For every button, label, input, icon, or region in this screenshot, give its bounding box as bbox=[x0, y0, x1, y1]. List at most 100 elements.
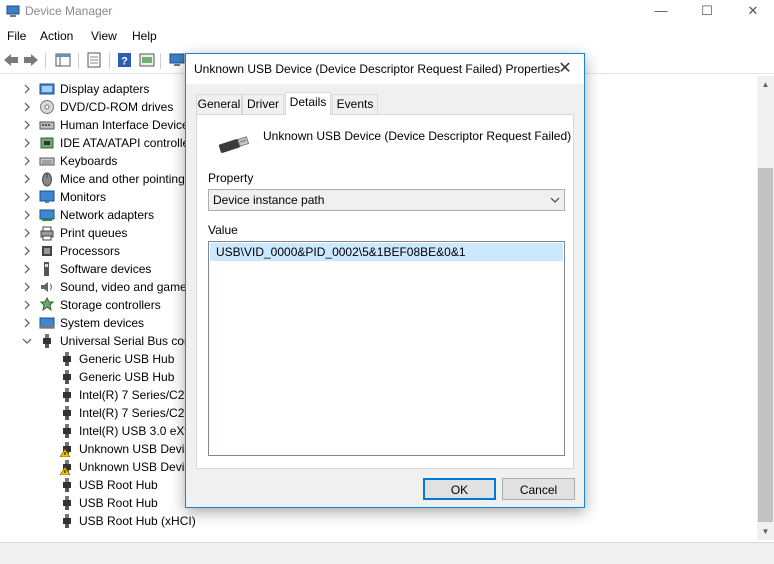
toolbar-separator bbox=[45, 53, 46, 69]
show-hide-tree-icon[interactable] bbox=[54, 52, 72, 68]
display-adapter-icon bbox=[39, 81, 55, 97]
tree-item-label: Mice and other pointing bbox=[60, 172, 185, 186]
storage-controller-icon bbox=[39, 296, 55, 313]
properties-dialog: Unknown USB Device (Device Descriptor Re… bbox=[185, 53, 585, 508]
tree-item-label: Keyboards bbox=[60, 154, 118, 168]
tree-item-label: Unknown USB Devic bbox=[79, 460, 191, 474]
usb-icon bbox=[59, 369, 75, 385]
toolbar-separator bbox=[109, 53, 110, 69]
property-dropdown[interactable]: Device instance path bbox=[208, 189, 565, 211]
ide-controller-icon bbox=[39, 135, 55, 151]
back-arrow-icon[interactable] bbox=[2, 52, 20, 68]
tree-item-label: Storage controllers bbox=[60, 298, 161, 312]
scroll-up-arrow-icon[interactable]: ▲ bbox=[757, 76, 774, 93]
usb-warning-icon bbox=[59, 441, 75, 458]
chevron-right-icon[interactable] bbox=[22, 98, 32, 116]
toolbar-separator bbox=[78, 53, 79, 69]
svg-text:?: ? bbox=[121, 56, 128, 68]
window-title: Device Manager bbox=[25, 4, 113, 18]
chevron-right-icon[interactable] bbox=[22, 296, 32, 314]
minimize-button[interactable]: — bbox=[638, 0, 684, 24]
usb-device-icon bbox=[218, 136, 250, 154]
scan-hardware-icon[interactable] bbox=[138, 52, 156, 68]
usb-icon bbox=[39, 333, 55, 349]
tab-general[interactable]: General bbox=[196, 94, 242, 114]
printer-icon bbox=[39, 225, 55, 241]
status-bar bbox=[0, 542, 774, 564]
scrollbar-thumb[interactable] bbox=[758, 168, 773, 522]
system-device-icon bbox=[39, 315, 55, 331]
dialog-close-button[interactable]: ✕ bbox=[550, 57, 580, 81]
computer-icon[interactable] bbox=[168, 52, 186, 68]
tree-item-label: Intel(R) 7 Series/C21 bbox=[79, 406, 192, 420]
software-device-icon bbox=[39, 261, 55, 277]
property-dropdown-value: Device instance path bbox=[213, 193, 325, 207]
menu-action[interactable]: Action bbox=[40, 29, 73, 43]
chevron-down-icon bbox=[550, 197, 560, 203]
tree-item-label: USB Root Hub bbox=[79, 496, 158, 510]
list-item[interactable]: USB\VID_0000&PID_0002\5&1BEF08BE&0&1 bbox=[210, 243, 563, 261]
tree-item-label: Print queues bbox=[60, 226, 128, 240]
tree-item-label: Processors bbox=[60, 244, 121, 258]
dialog-titlebar[interactable]: Unknown USB Device (Device Descriptor Re… bbox=[186, 54, 584, 84]
menu-view[interactable]: View bbox=[91, 29, 117, 43]
close-button[interactable]: ✕ bbox=[730, 0, 774, 24]
network-adapter-icon bbox=[39, 207, 55, 223]
usb-warning-icon bbox=[59, 459, 75, 476]
maximize-button[interactable]: ☐ bbox=[684, 0, 730, 24]
tree-item[interactable]: USB Root Hub (xHCI) bbox=[0, 512, 756, 530]
tree-item-label: System devices bbox=[60, 316, 145, 330]
tree-item-label: Human Interface Device bbox=[60, 118, 189, 132]
value-label: Value bbox=[208, 223, 238, 237]
tree-item-label: Universal Serial Bus con bbox=[60, 334, 191, 348]
chevron-right-icon[interactable] bbox=[22, 170, 32, 188]
scroll-down-arrow-icon[interactable]: ▼ bbox=[757, 523, 774, 540]
chevron-right-icon[interactable] bbox=[22, 224, 32, 242]
tab-driver[interactable]: Driver bbox=[242, 94, 284, 114]
device-name: Unknown USB Device (Device Descriptor Re… bbox=[263, 129, 572, 143]
tree-item-label: Unknown USB Devic bbox=[79, 442, 191, 456]
cancel-button[interactable]: Cancel bbox=[502, 478, 575, 500]
hid-icon bbox=[39, 117, 55, 133]
mouse-icon bbox=[39, 171, 55, 187]
tree-item-label: Monitors bbox=[60, 190, 107, 204]
property-label: Property bbox=[208, 171, 254, 185]
chevron-right-icon[interactable] bbox=[22, 80, 32, 98]
chevron-right-icon[interactable] bbox=[22, 134, 32, 152]
usb-icon bbox=[59, 387, 75, 403]
menu-bar: File Action View Help bbox=[0, 26, 774, 46]
chevron-right-icon[interactable] bbox=[22, 242, 32, 260]
tree-item-label: DVD/CD-ROM drives bbox=[60, 100, 174, 114]
window-titlebar: Device Manager — ☐ ✕ bbox=[0, 0, 774, 24]
properties-icon[interactable] bbox=[85, 52, 103, 68]
tree-item-label: USB Root Hub bbox=[79, 478, 158, 492]
tree-item-label: IDE ATA/ATAPI controlle bbox=[60, 136, 190, 150]
toolbar-separator bbox=[160, 53, 161, 69]
details-panel: Unknown USB Device (Device Descriptor Re… bbox=[196, 114, 574, 469]
chevron-right-icon[interactable] bbox=[22, 206, 32, 224]
value-listbox[interactable]: USB\VID_0000&PID_0002\5&1BEF08BE&0&1 bbox=[208, 241, 565, 456]
menu-file[interactable]: File bbox=[7, 29, 26, 43]
chevron-right-icon[interactable] bbox=[22, 188, 32, 206]
chevron-right-icon[interactable] bbox=[22, 152, 32, 170]
ok-button[interactable]: OK bbox=[423, 478, 496, 500]
tree-item-label: Sound, video and game bbox=[60, 280, 187, 294]
chevron-down-icon[interactable] bbox=[22, 332, 32, 350]
usb-icon bbox=[59, 477, 75, 493]
device-manager-icon bbox=[6, 5, 20, 17]
chevron-right-icon[interactable] bbox=[22, 260, 32, 278]
chevron-right-icon[interactable] bbox=[22, 314, 32, 332]
menu-help[interactable]: Help bbox=[132, 29, 157, 43]
help-icon[interactable]: ? bbox=[116, 52, 134, 68]
usb-icon bbox=[59, 423, 75, 439]
dvd-drive-icon bbox=[39, 99, 55, 115]
chevron-right-icon[interactable] bbox=[22, 116, 32, 134]
forward-arrow-icon[interactable] bbox=[22, 52, 40, 68]
usb-icon bbox=[59, 513, 75, 529]
chevron-right-icon[interactable] bbox=[22, 278, 32, 296]
tree-item-label: Intel(R) USB 3.0 eXte bbox=[79, 424, 195, 438]
tab-details[interactable]: Details bbox=[285, 92, 331, 115]
tab-events[interactable]: Events bbox=[332, 94, 378, 114]
sound-icon bbox=[39, 279, 55, 295]
usb-icon bbox=[59, 405, 75, 421]
